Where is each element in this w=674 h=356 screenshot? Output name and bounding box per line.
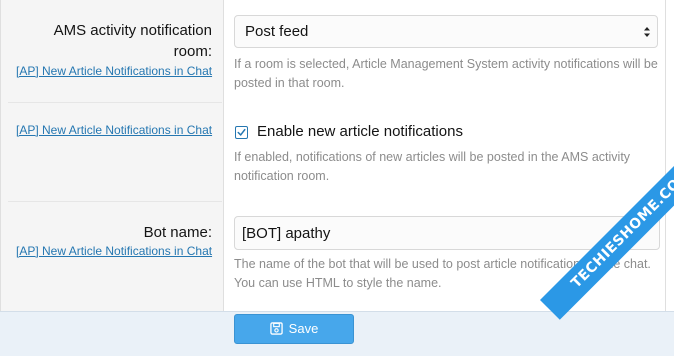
save-button-label: Save: [288, 321, 319, 336]
row-divider: [8, 201, 222, 202]
ams-room-select-value: Post feed: [245, 23, 309, 40]
enable-notifications-option-link[interactable]: [AP] New Article Notifications in Chat: [16, 123, 212, 137]
ams-room-label-line1: AMS activity notification: [53, 22, 212, 39]
enable-notifications-explain: If enabled, notifications of new article…: [234, 150, 631, 183]
ams-room-label: AMS activity notification room:: [54, 20, 212, 62]
save-icon: [269, 322, 283, 335]
ams-room-select[interactable]: Post feed: [234, 15, 658, 48]
enable-notifications-checkbox[interactable]: [235, 126, 248, 139]
ams-room-label-line2: room:: [173, 43, 212, 60]
select-caret-icon: [644, 27, 650, 37]
ams-room-option-link[interactable]: [AP] New Article Notifications in Chat: [16, 64, 212, 78]
row-divider: [8, 102, 222, 103]
save-button[interactable]: Save: [234, 314, 354, 344]
checkmark-icon: [237, 128, 246, 136]
bot-name-option-link[interactable]: [AP] New Article Notifications in Chat: [16, 244, 212, 258]
enable-notifications-label[interactable]: Enable new article notifications: [257, 121, 463, 142]
panel-right-edge: [665, 0, 674, 312]
bot-name-label: Bot name:: [143, 224, 212, 241]
ams-room-explain: If a room is selected, Article Managemen…: [234, 57, 658, 90]
